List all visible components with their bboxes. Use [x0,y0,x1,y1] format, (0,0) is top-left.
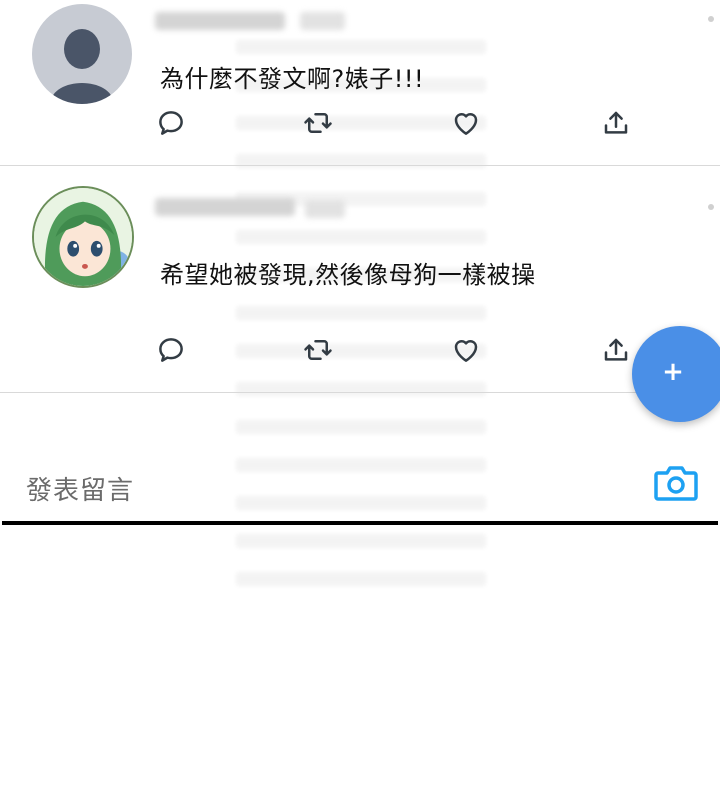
retweet-icon[interactable] [301,333,335,367]
tweet-actions [0,333,720,373]
plus-icon: + [662,357,684,387]
tweet-2[interactable]: 希望她被發現,然後像母狗一樣被操 [0,166,720,392]
retweet-icon[interactable] [301,106,335,140]
like-icon[interactable] [449,106,483,140]
bottom-border [2,521,718,525]
camera-icon[interactable] [654,463,698,503]
username-blurred [155,12,285,30]
handle-blurred [305,200,345,218]
avatar-character[interactable] [32,186,134,288]
handle-blurred [300,12,345,30]
share-icon[interactable] [599,333,633,367]
comment-input[interactable]: 發表留言 [26,470,134,507]
more-dot[interactable] [708,204,714,210]
like-icon[interactable] [449,333,483,367]
avatar-default[interactable] [32,4,132,104]
more-dot[interactable] [708,16,714,22]
green-hair-girl-avatar [34,188,132,286]
tweet-text: 希望她被發現,然後像母狗一樣被操 [160,261,536,289]
tweet-divider [0,392,720,393]
tweet-actions [0,106,720,146]
default-person-icon [50,29,114,104]
reply-icon[interactable] [154,333,188,367]
tweet-1[interactable]: 為什麼不發文啊?婊子!!! [0,0,720,165]
share-icon[interactable] [599,106,633,140]
compose-fab-button[interactable]: + [632,326,720,422]
reply-icon[interactable] [154,106,188,140]
tweet-text: 為什麼不發文啊?婊子!!! [160,65,425,93]
username-blurred [155,198,295,216]
